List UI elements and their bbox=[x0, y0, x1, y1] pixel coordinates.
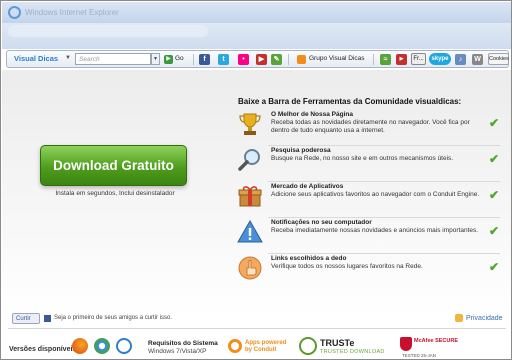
mcafee-shield-icon bbox=[400, 337, 412, 351]
flickr-icon[interactable]: • bbox=[238, 54, 249, 65]
app-icon[interactable]: ✎ bbox=[271, 54, 282, 65]
apps-powered-text: Apps powered by Conduit bbox=[245, 340, 287, 353]
requirements-text: Windows 7/Vista/XP bbox=[148, 348, 207, 355]
feature-title: Links escolhidos a dedo bbox=[271, 255, 347, 262]
check-icon: ✔ bbox=[488, 260, 499, 274]
versions-label: Versões disponíveis: bbox=[9, 346, 79, 353]
privacy-link[interactable]: Privacidade bbox=[466, 315, 503, 322]
mcafee-title[interactable]: McAfee SECURE bbox=[414, 338, 458, 344]
cookies-button[interactable]: Cookies bbox=[488, 53, 509, 65]
go-icon[interactable]: ▶ bbox=[164, 55, 173, 64]
check-icon: ✔ bbox=[488, 188, 499, 202]
toolbar-search-input[interactable]: Search bbox=[75, 53, 151, 65]
check-icon: ✔ bbox=[488, 224, 499, 238]
youtube-icon[interactable]: ▶ bbox=[256, 54, 267, 65]
truste-title[interactable]: TRUSTe bbox=[320, 338, 354, 348]
like-text: Seja o primeiro de seus amigos a curtir … bbox=[54, 315, 173, 321]
landing-page: Download Gratuito Instala em segundos, I… bbox=[2, 70, 511, 359]
title-bar: Windows Internet Explorer bbox=[2, 2, 511, 23]
lock-icon bbox=[455, 314, 463, 322]
footer-divider bbox=[8, 328, 506, 329]
truste-subtitle: TRUSTED DOWNLOAD bbox=[320, 349, 385, 355]
like-button[interactable]: Curtir bbox=[12, 313, 40, 324]
search-dropdown-icon[interactable]: ▼ bbox=[151, 53, 160, 65]
pointing-hand-icon bbox=[238, 256, 262, 280]
skype-button[interactable]: skype bbox=[429, 53, 451, 65]
feature-title: O Melhor de Nossa Página bbox=[271, 111, 353, 118]
download-button[interactable]: Download Gratuito bbox=[40, 145, 187, 186]
feature-item: O Melhor de Nossa Página Receba todas as… bbox=[234, 110, 502, 146]
feature-item: Links escolhidos a dedo Verifique todos … bbox=[234, 254, 502, 290]
feature-title: Mercado de Aplicativos bbox=[271, 183, 344, 190]
check-icon: ✔ bbox=[488, 116, 499, 130]
wifi-icon[interactable]: ≈ bbox=[380, 54, 391, 65]
download-subtitle: Instala em segundos, Inclui desinstalado… bbox=[55, 190, 175, 197]
rss-icon[interactable] bbox=[297, 55, 306, 64]
community-toolbar: Visual Dicas ▼ Search ▼ ▶ Go f t • ▶ ✎ G… bbox=[6, 50, 509, 68]
youtube-small-icon[interactable]: ▶ bbox=[396, 54, 407, 65]
twitter-icon[interactable]: t bbox=[218, 54, 229, 65]
feature-title: Notificações no seu computador bbox=[271, 219, 372, 226]
feature-item: Mercado de Aplicativos Adicione seus apl… bbox=[234, 182, 502, 218]
conduit-logo-icon bbox=[228, 339, 242, 353]
firefox-icon[interactable] bbox=[72, 338, 88, 354]
toolbar-divider bbox=[373, 54, 374, 65]
address-bar[interactable] bbox=[8, 25, 208, 37]
brand-dropdown-icon[interactable]: ▼ bbox=[65, 55, 71, 61]
toolbar-brand[interactable]: Visual Dicas bbox=[14, 54, 58, 63]
feature-title: Pesquisa poderosa bbox=[271, 147, 331, 154]
toolbar-divider bbox=[193, 54, 194, 65]
feature-description: Receba todas as novidades diretamente no… bbox=[271, 119, 470, 134]
trophy-icon bbox=[239, 113, 261, 135]
feature-item: Pesquisa poderosa Busque na Rede, no nos… bbox=[234, 146, 502, 182]
fr-button[interactable]: Fr... bbox=[411, 53, 426, 65]
feature-description: Receba imediatamente nossas novidades e … bbox=[271, 227, 479, 234]
mcafee-subtitle: TESTED 25-JAN bbox=[402, 353, 437, 358]
warning-icon bbox=[237, 219, 263, 243]
browser-window: Windows Internet Explorer Visual Dicas ▼… bbox=[0, 0, 512, 360]
ie-logo-icon bbox=[8, 6, 21, 19]
music-icon[interactable]: ♪ bbox=[455, 54, 466, 65]
chrome-icon[interactable] bbox=[94, 338, 110, 354]
features-heading: Baixe a Barra de Ferramentas da Comunida… bbox=[238, 97, 462, 106]
conduit-badge[interactable]: Apps powered by Conduit bbox=[228, 337, 294, 359]
feature-description: Adicione seus aplicativos favoritos ao n… bbox=[271, 191, 480, 198]
feature-item: Notificações no seu computador Receba im… bbox=[234, 218, 502, 254]
go-button[interactable]: Go bbox=[175, 55, 184, 62]
facebook-small-icon bbox=[44, 315, 51, 322]
requirements-title: Requisitos do Sistema bbox=[148, 340, 218, 347]
magnifier-icon bbox=[238, 149, 260, 171]
window-title: Windows Internet Explorer bbox=[25, 8, 119, 17]
gift-box-icon bbox=[238, 186, 262, 207]
wikipedia-icon[interactable]: W bbox=[472, 54, 483, 65]
navigation-bar bbox=[2, 23, 511, 49]
feature-description: Verifique todos os nossos lugares favori… bbox=[271, 263, 423, 270]
toolbar-divider bbox=[288, 54, 289, 65]
truste-check-icon bbox=[299, 337, 317, 355]
feature-description: Busque na Rede, no nosso site e em outro… bbox=[271, 155, 454, 162]
facebook-icon[interactable]: f bbox=[199, 54, 210, 65]
group-button[interactable]: Grupo Visual Dicas bbox=[309, 55, 365, 62]
internet-explorer-icon[interactable] bbox=[116, 338, 132, 354]
check-icon: ✔ bbox=[488, 152, 499, 166]
